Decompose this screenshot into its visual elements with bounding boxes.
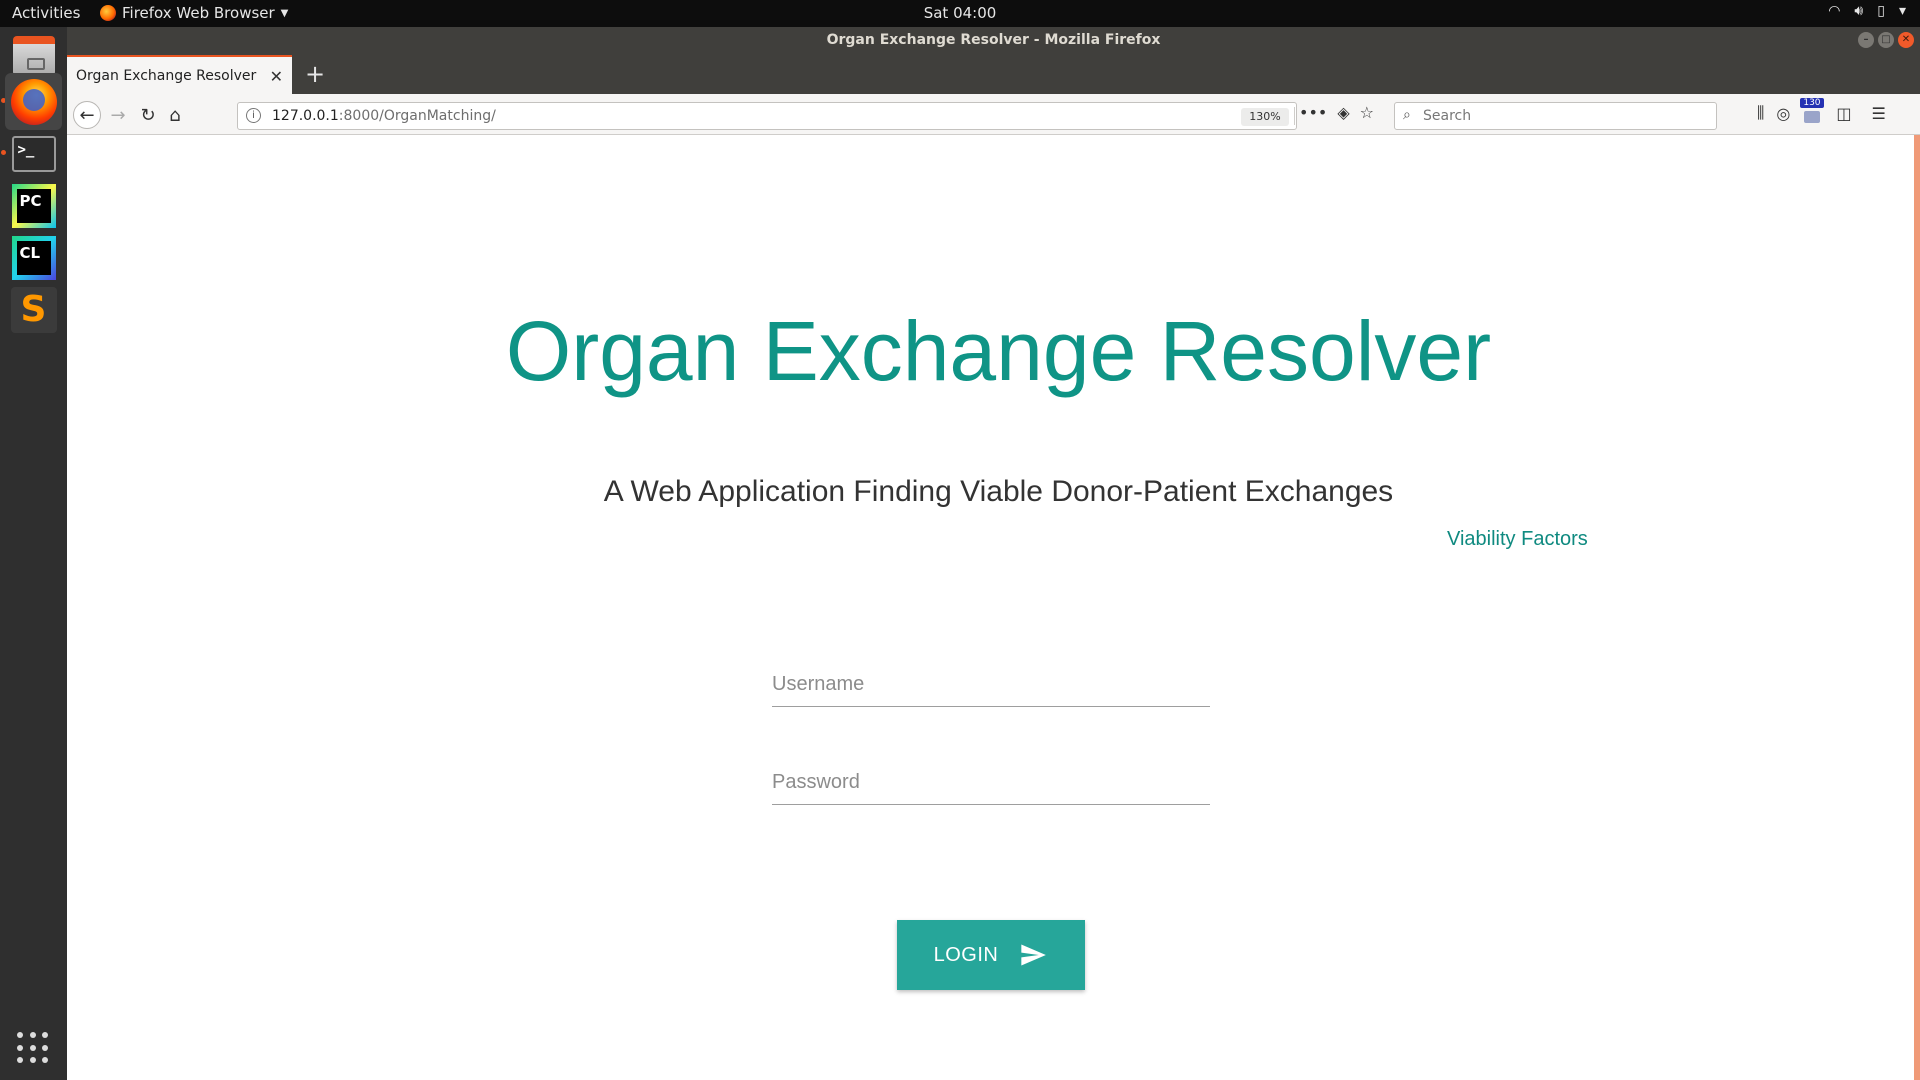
page-content: Organ Exchange Resolver A Web Applicatio… bbox=[67, 135, 1920, 1080]
window-controls: – □ ✕ bbox=[1858, 32, 1914, 48]
page-actions: ••• ◈ ☆ bbox=[1299, 103, 1374, 122]
extension-badge: 130 bbox=[1800, 98, 1824, 108]
firefox-small-icon bbox=[100, 5, 116, 21]
library-icon[interactable]: ⫼ bbox=[1757, 103, 1764, 123]
login-button-label: LOGIN bbox=[933, 943, 999, 966]
sublime-text-icon: S bbox=[10, 286, 57, 333]
search-input[interactable] bbox=[1423, 106, 1708, 126]
pocket-icon[interactable]: ◈ bbox=[1337, 103, 1349, 122]
extension-button[interactable]: 130 bbox=[1800, 98, 1824, 124]
zoom-level-badge[interactable]: 130% bbox=[1241, 108, 1289, 126]
send-icon bbox=[1021, 944, 1047, 966]
url-bar[interactable]: i 127.0.0.1:8000/OrganMatching/ 130% bbox=[237, 102, 1297, 130]
dock-pycharm[interactable]: PC bbox=[5, 177, 62, 234]
tab-label: Organ Exchange Resolver bbox=[76, 67, 257, 84]
sync-icon[interactable]: ◎ bbox=[1776, 104, 1790, 123]
gnome-top-bar: Activities Firefox Web Browser ▼ Sat 04:… bbox=[0, 0, 1920, 27]
system-tray[interactable]: ◠ 🔊︎ ▯ ▾ bbox=[1828, 3, 1906, 19]
page-subtitle: A Web Application Finding Viable Donor-P… bbox=[603, 475, 1394, 508]
extension-icon bbox=[1804, 111, 1821, 123]
window-titlebar[interactable]: Organ Exchange Resolver - Mozilla Firefo… bbox=[67, 27, 1920, 54]
url-text[interactable]: 127.0.0.1:8000/OrganMatching/ bbox=[272, 108, 496, 124]
dock-sublime-text[interactable]: S bbox=[5, 281, 62, 338]
terminal-icon: >_ bbox=[11, 135, 56, 172]
app-menu[interactable]: Firefox Web Browser ▼ bbox=[100, 4, 288, 22]
dock-terminal[interactable]: >_ bbox=[5, 125, 62, 182]
home-button[interactable]: ⌂ bbox=[161, 101, 189, 129]
volume-icon: 🔊︎ bbox=[1854, 3, 1864, 19]
firefox-window: Organ Exchange Resolver - Mozilla Firefo… bbox=[67, 27, 1920, 1080]
login-button[interactable]: LOGIN bbox=[897, 920, 1085, 990]
back-button[interactable]: ← bbox=[73, 101, 101, 129]
username-input[interactable] bbox=[772, 663, 1210, 707]
new-tab-button[interactable]: + bbox=[303, 60, 327, 88]
wifi-icon: ◠ bbox=[1828, 3, 1841, 19]
firefox-icon bbox=[10, 78, 57, 125]
minimize-button[interactable]: – bbox=[1858, 32, 1874, 48]
maximize-button[interactable]: □ bbox=[1878, 32, 1894, 48]
navigation-toolbar: ← → ↻ ⌂ i 127.0.0.1:8000/OrganMatching/ … bbox=[67, 94, 1920, 135]
page-actions-menu-icon[interactable]: ••• bbox=[1299, 103, 1327, 122]
search-bar[interactable]: ⌕ bbox=[1394, 102, 1717, 130]
dock-firefox[interactable] bbox=[5, 73, 62, 130]
site-info-icon[interactable]: i bbox=[246, 108, 261, 123]
bookmark-star-icon[interactable]: ☆ bbox=[1360, 103, 1374, 122]
ubuntu-dock: >_ PC CL S bbox=[0, 27, 67, 1080]
dock-clion[interactable]: CL bbox=[5, 229, 62, 286]
hamburger-menu-icon[interactable]: ☰ bbox=[1871, 104, 1885, 123]
clion-icon: CL bbox=[11, 235, 56, 280]
password-input[interactable] bbox=[772, 761, 1210, 805]
toolbar-separator bbox=[1294, 107, 1295, 125]
sidebar-icon[interactable]: ◫ bbox=[1836, 104, 1851, 123]
tab-organ-exchange-resolver[interactable]: Organ Exchange Resolver ✕ bbox=[67, 55, 292, 94]
reload-button[interactable]: ↻ bbox=[134, 101, 162, 129]
files-icon bbox=[12, 35, 55, 76]
close-tab-icon[interactable]: ✕ bbox=[270, 67, 283, 86]
page-title: Organ Exchange Resolver bbox=[505, 304, 1492, 398]
app-menu-label: Firefox Web Browser bbox=[122, 4, 275, 22]
close-window-button[interactable]: ✕ bbox=[1898, 32, 1914, 48]
caret-down-icon: ▼ bbox=[280, 7, 289, 19]
viability-factors-link[interactable]: Viability Factors bbox=[1447, 528, 1588, 551]
show-applications-icon[interactable] bbox=[17, 1032, 49, 1064]
search-icon: ⌕ bbox=[1403, 107, 1411, 123]
window-title: Organ Exchange Resolver - Mozilla Firefo… bbox=[826, 32, 1161, 48]
page-edge-accent bbox=[1914, 135, 1920, 1080]
activities-button[interactable]: Activities bbox=[12, 4, 80, 22]
battery-icon: ▯ bbox=[1877, 3, 1885, 19]
toolbar-right-buttons: ⫼ ◎ 130 ◫ ☰ bbox=[1757, 98, 1886, 124]
tab-strip: Organ Exchange Resolver ✕ + bbox=[67, 54, 1920, 94]
chevron-down-icon: ▾ bbox=[1898, 3, 1906, 19]
pycharm-icon: PC bbox=[11, 183, 56, 228]
forward-button[interactable]: → bbox=[104, 101, 132, 129]
